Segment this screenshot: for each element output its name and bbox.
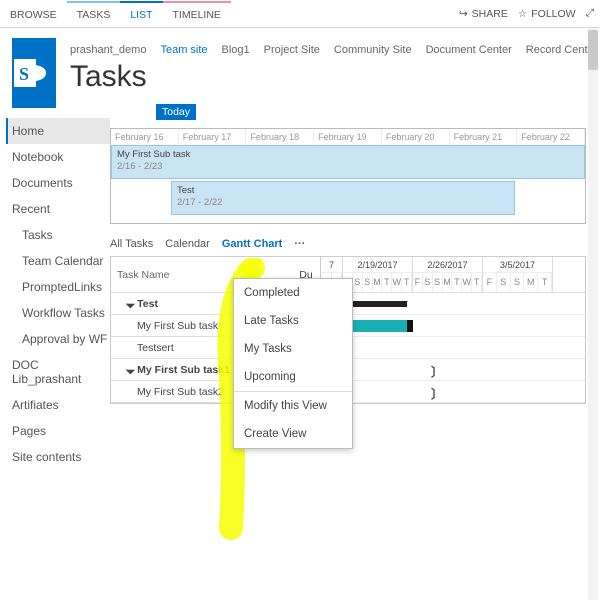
share-icon: ↪: [459, 8, 468, 20]
sidebar-item-workflow-tasks[interactable]: Workflow Tasks: [12, 300, 110, 326]
page-header: S prashant_demo Team site Blog1 Project …: [0, 28, 600, 118]
expand-icon: ⤢: [586, 7, 594, 20]
sidebar-item-pages[interactable]: Pages: [12, 418, 110, 444]
timeline-date: February 22: [517, 129, 585, 145]
view-all-tasks[interactable]: All Tasks: [110, 238, 153, 250]
timeline-date: February 16: [111, 129, 179, 145]
view-more-menu[interactable]: ···: [294, 238, 305, 250]
sidebar-item-team-calendar[interactable]: Team Calendar: [12, 248, 110, 274]
view-gantt[interactable]: Gantt Chart: [222, 238, 283, 250]
focus-button[interactable]: ⤢: [586, 7, 594, 20]
timeline-date: February 18: [246, 129, 314, 145]
sidebar-item-artifiates[interactable]: Artifiates: [12, 392, 110, 418]
timeline-panel: February 16 February 17 February 18 Febr…: [110, 128, 586, 224]
tab-browse[interactable]: BROWSE: [0, 1, 67, 27]
menu-modify-view[interactable]: Modify this View: [234, 391, 352, 420]
today-marker: Today: [156, 104, 196, 120]
sidebar-item-home[interactable]: Home: [6, 118, 110, 144]
timeline-date: February 21: [450, 129, 518, 145]
menu-create-view[interactable]: Create View: [234, 420, 352, 448]
site-logo[interactable]: S: [12, 38, 56, 108]
sidebar-item-site-contents[interactable]: Site contents: [12, 444, 110, 470]
view-calendar[interactable]: Calendar: [165, 238, 210, 250]
sidebar-item-doclib[interactable]: DOC Lib_prashant: [12, 352, 110, 392]
nav-item[interactable]: Team site: [160, 44, 207, 56]
top-nav: prashant_demo Team site Blog1 Project Si…: [70, 38, 600, 56]
view-switcher: All Tasks Calendar Gantt Chart ···: [110, 238, 600, 250]
nav-item[interactable]: Record Center: [526, 44, 598, 56]
follow-button[interactable]: ☆FOLLOW: [518, 8, 576, 20]
star-icon: ☆: [518, 8, 527, 20]
sidebar-item-approval[interactable]: Approval by WF: [12, 326, 110, 352]
sidebar-item-recent[interactable]: Recent: [12, 196, 110, 222]
ribbon-tabs: BROWSE TASKS LIST TIMELINE ↪SHARE ☆FOLLO…: [0, 0, 600, 28]
share-button[interactable]: ↪SHARE: [459, 8, 508, 20]
nav-item[interactable]: Community Site: [334, 44, 412, 56]
timeline-date: February 19: [314, 129, 382, 145]
menu-my-tasks[interactable]: My Tasks: [234, 335, 352, 363]
nav-item[interactable]: Blog1: [222, 44, 250, 56]
menu-completed[interactable]: Completed: [234, 279, 352, 307]
timeline-date: February 20: [382, 129, 450, 145]
sidebar-item-promptedlinks[interactable]: PromptedLinks: [12, 274, 110, 300]
timeline-bar[interactable]: Test 2/17 - 2/22: [171, 181, 515, 215]
timeline-date: February 17: [179, 129, 247, 145]
nav-item[interactable]: Project Site: [264, 44, 320, 56]
gantt-milestone[interactable]: 〕: [431, 363, 443, 380]
nav-item[interactable]: prashant_demo: [70, 44, 146, 56]
nav-item[interactable]: Document Center: [426, 44, 512, 56]
quick-launch: Home Notebook Documents Recent Tasks Tea…: [0, 118, 110, 470]
view-options-menu: Completed Late Tasks My Tasks Upcoming M…: [233, 278, 353, 449]
sidebar-item-notebook[interactable]: Notebook: [12, 144, 110, 170]
timeline-bar[interactable]: My First Sub task 2/16 - 2/23: [111, 145, 585, 179]
page-title: Tasks: [70, 60, 600, 94]
menu-upcoming[interactable]: Upcoming: [234, 363, 352, 391]
tab-timeline[interactable]: TIMELINE: [163, 1, 231, 27]
tab-list[interactable]: LIST: [120, 1, 162, 27]
sidebar-item-tasks[interactable]: Tasks: [12, 222, 110, 248]
svg-text:S: S: [19, 64, 29, 84]
tab-tasks[interactable]: TASKS: [67, 1, 121, 27]
menu-late-tasks[interactable]: Late Tasks: [234, 307, 352, 335]
sharepoint-icon: S: [12, 51, 56, 95]
gantt-milestone[interactable]: 〕: [431, 385, 443, 402]
sidebar-item-documents[interactable]: Documents: [12, 170, 110, 196]
